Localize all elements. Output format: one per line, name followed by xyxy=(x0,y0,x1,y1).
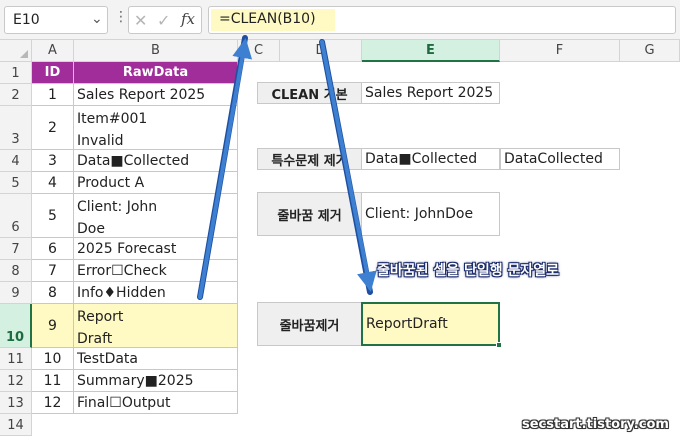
rawdata-line: Draft xyxy=(77,331,113,347)
row-header-12[interactable]: 12 xyxy=(0,370,32,392)
table-cell-id: 1 xyxy=(32,84,74,106)
row-header-10[interactable]: 10 xyxy=(0,304,32,348)
example-value[interactable]: Data■Collected xyxy=(361,148,500,170)
row-header-8[interactable]: 8 xyxy=(0,260,32,282)
rawdata-line: Sales Report 2025 xyxy=(77,87,206,103)
example-label: 줄바꿈제거 xyxy=(257,302,362,346)
formula-bar: E10 ⌄ ⋮ ✕ ✓ fx =CLEAN(B10) xyxy=(0,0,680,40)
rawdata-line: Invalid xyxy=(77,133,124,149)
column-header-e[interactable]: E xyxy=(362,40,500,62)
table-cell-rawdata: Client: John Doe xyxy=(74,194,238,238)
name-box-value: E10 xyxy=(13,12,40,28)
rawdata-line: Product A xyxy=(77,175,145,191)
rawdata-line: Final☐Output xyxy=(77,395,171,411)
rawdata-line: Data■Collected xyxy=(77,153,190,169)
rawdata-line: Error☐Check xyxy=(77,263,167,279)
table-cell-id: 3 xyxy=(32,150,74,172)
column-header-f[interactable]: F xyxy=(500,40,620,62)
chevron-down-icon[interactable]: ⌄ xyxy=(91,11,103,27)
example-label: CLEAN 기본 xyxy=(257,82,362,104)
table-cell-rawdata: Error☐Check xyxy=(74,260,238,282)
rawdata-line: Client: John xyxy=(77,199,158,215)
table-cell-rawdata: Final☐Output xyxy=(74,392,238,414)
row-header-9[interactable]: 9 xyxy=(0,282,32,304)
formula-text: =CLEAN(B10) xyxy=(219,11,316,27)
column-header-d[interactable]: D xyxy=(280,40,362,62)
example-label: 줄바꿈 제거 xyxy=(257,192,362,236)
example-value[interactable]: DataCollected xyxy=(500,148,620,170)
table-cell-id: 6 xyxy=(32,238,74,260)
row-header-1[interactable]: 1 xyxy=(0,62,32,84)
table-cell-rawdata: TestData xyxy=(74,348,238,370)
example-label: 특수문제 제거 xyxy=(257,148,362,170)
annotation-text: 줄바꿈된 셀을 단일행 문자열로 xyxy=(377,263,560,279)
column-header-a[interactable]: A xyxy=(32,40,74,62)
column-header-g[interactable]: G xyxy=(620,40,680,62)
rawdata-line: Doe xyxy=(77,221,105,237)
table-cell-rawdata: Data■Collected xyxy=(74,150,238,172)
table-header-rawdata: RawData xyxy=(74,62,238,84)
active-cell-e10[interactable]: ReportDraft xyxy=(361,302,500,346)
table-cell-id: 9 xyxy=(32,304,74,348)
formula-input[interactable]: =CLEAN(B10) xyxy=(208,6,676,34)
rawdata-line: 2025 Forecast xyxy=(77,241,177,257)
worksheet-grid: ABCDEFG 1 2 3 4 5 6 7 8 9 10 11 12 13 14 ID RawData 1 Sa… xyxy=(0,40,680,447)
column-header-c[interactable]: C xyxy=(238,40,280,62)
table-cell-id: 12 xyxy=(32,392,74,414)
insert-function-icon[interactable]: fx xyxy=(181,10,195,28)
table-cell-rawdata: Sales Report 2025 xyxy=(74,84,238,106)
table-cell-id: 5 xyxy=(32,194,74,238)
table-cell-rawdata: Summary■2025 xyxy=(74,370,238,392)
table-cell-id: 11 xyxy=(32,370,74,392)
table-cell-id: 8 xyxy=(32,282,74,304)
column-header-b[interactable]: B xyxy=(74,40,238,62)
row-header-7[interactable]: 7 xyxy=(0,238,32,260)
table-cell-rawdata: Report Draft xyxy=(74,304,238,348)
rawdata-line: Info♦Hidden xyxy=(77,285,166,301)
table-cell-id: 7 xyxy=(32,260,74,282)
more-options-icon[interactable]: ⋮ xyxy=(114,9,129,25)
row-header-11[interactable]: 11 xyxy=(0,348,32,370)
row-header-4[interactable]: 4 xyxy=(0,150,32,172)
table-cell-rawdata: Item#001 Invalid xyxy=(74,106,238,150)
row-header-5[interactable]: 5 xyxy=(0,172,32,194)
watermark: secstart.tistory.com xyxy=(522,417,669,432)
row-header-3[interactable]: 3 xyxy=(0,106,32,150)
row-header-6[interactable]: 6 xyxy=(0,194,32,238)
table-cell-id: 2 xyxy=(32,106,74,150)
table-cell-id: 4 xyxy=(32,172,74,194)
confirm-icon[interactable]: ✓ xyxy=(157,11,170,30)
rawdata-line: Report xyxy=(77,309,124,325)
table-header-id: ID xyxy=(32,62,74,84)
row-header-13[interactable]: 13 xyxy=(0,392,32,414)
table-cell-rawdata: 2025 Forecast xyxy=(74,238,238,260)
formula-buttons: ✕ ✓ fx xyxy=(128,6,202,34)
rawdata-line: Summary■2025 xyxy=(77,373,194,389)
rawdata-line: TestData xyxy=(77,351,138,367)
cancel-icon[interactable]: ✕ xyxy=(134,11,147,30)
table-cell-rawdata: Product A xyxy=(74,172,238,194)
name-box[interactable]: E10 ⌄ xyxy=(4,6,108,34)
table-cell-id: 10 xyxy=(32,348,74,370)
fill-handle[interactable] xyxy=(496,342,502,348)
row-header-14[interactable]: 14 xyxy=(0,414,32,436)
rawdata-line: Item#001 xyxy=(77,111,148,127)
table-cell-rawdata: Info♦Hidden xyxy=(74,282,238,304)
example-value[interactable]: Sales Report 2025 xyxy=(361,82,500,104)
example-value[interactable]: Client: JohnDoe xyxy=(361,192,500,236)
select-all-corner[interactable] xyxy=(0,40,32,62)
row-header-2[interactable]: 2 xyxy=(0,84,32,106)
